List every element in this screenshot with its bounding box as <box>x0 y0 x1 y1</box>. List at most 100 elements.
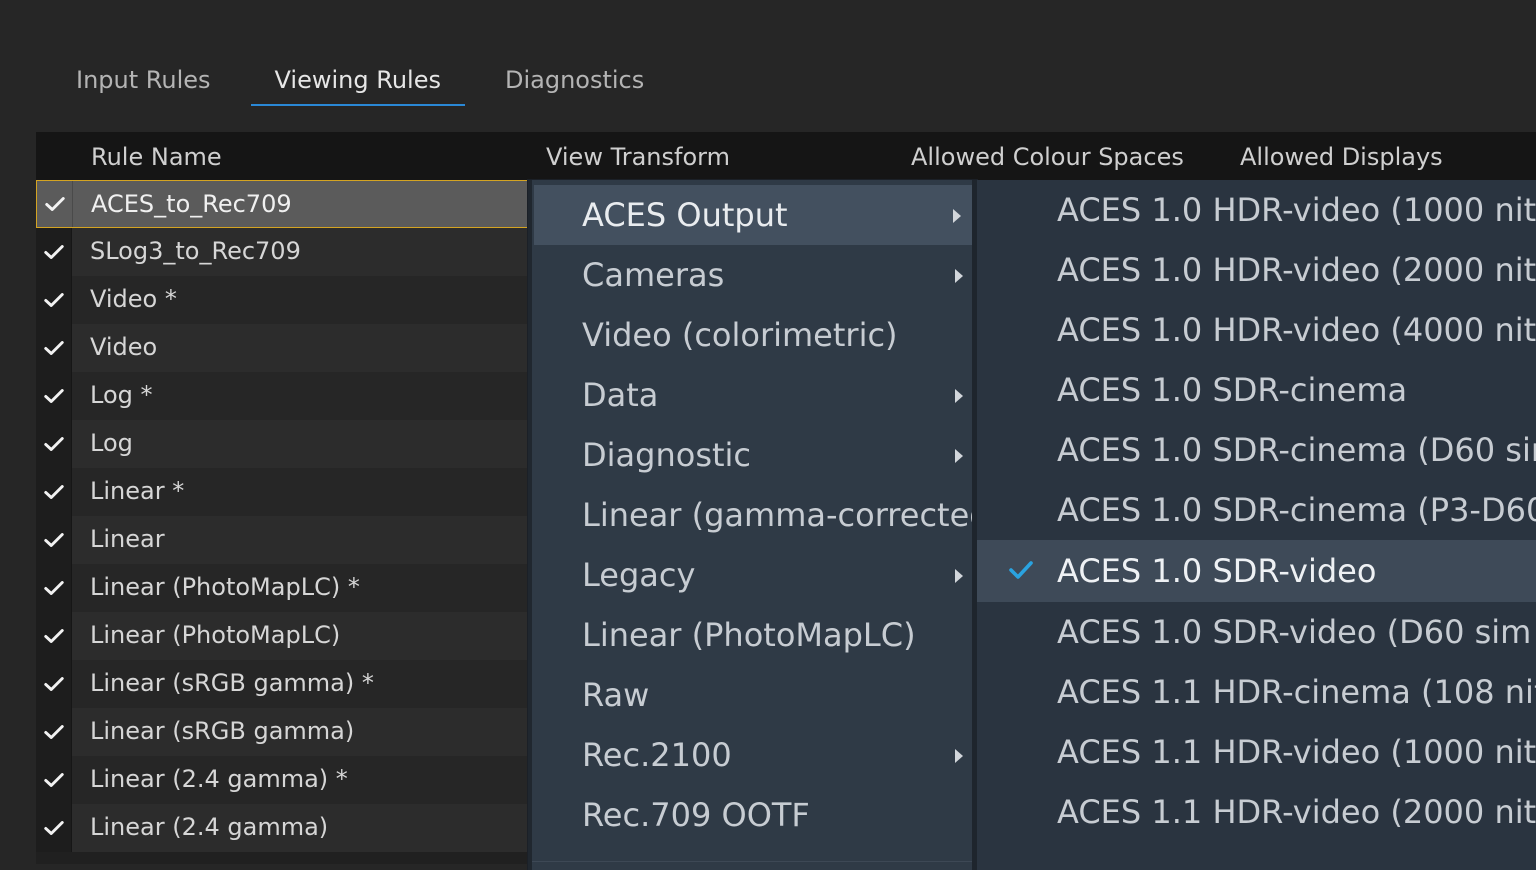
submenu-item-aces-1-0-sdr-video-d60-sim-on-d[interactable]: ACES 1.0 SDR-video (D60 sim on D <box>977 602 1536 662</box>
table-row[interactable]: Video * <box>36 276 528 324</box>
table-row[interactable]: SLog3_to_Rec709 <box>36 228 528 276</box>
enabled-checkbox[interactable] <box>37 181 73 227</box>
table-row[interactable]: ACES_to_Rec709 <box>36 180 528 228</box>
submenu-arrow-icon <box>953 209 961 223</box>
menu-item-label: ACES Output <box>582 196 788 234</box>
checkmark-icon <box>43 293 64 307</box>
submenu-item-label: ACES 1.0 HDR-video (4000 nits) <box>1057 311 1536 349</box>
submenu-item-aces-1-1-hdr-video-1000-nits[interactable]: ACES 1.1 HDR-video (1000 nits) <box>977 722 1536 782</box>
rule-name-cell: Log * <box>90 381 153 409</box>
submenu-item-label: ACES 1.0 SDR-video (D60 sim on D <box>1057 613 1536 651</box>
menu-item-rec-2100[interactable]: Rec.2100 <box>532 725 977 785</box>
table-row[interactable]: Linear (PhotoMapLC) <box>36 612 528 660</box>
menu-item-legacy[interactable]: Legacy <box>532 545 977 605</box>
enabled-checkbox[interactable] <box>36 612 72 660</box>
tab-input-rules[interactable]: Input Rules <box>52 56 235 106</box>
enabled-checkbox[interactable] <box>36 756 72 804</box>
aces-output-submenu: ACES 1.0 HDR-video (1000 nits) ACES 1.0 H… <box>972 180 1536 870</box>
tabs-bar: Input Rules Viewing Rules Diagnostics <box>52 56 668 108</box>
table-row[interactable]: Linear * <box>36 468 528 516</box>
submenu-arrow-icon <box>955 389 963 403</box>
menu-item-label: Cameras <box>582 256 725 294</box>
table-row[interactable]: Linear <box>36 516 528 564</box>
rule-name-cell: Linear (PhotoMapLC) * <box>90 573 360 601</box>
checkmark-icon <box>43 341 64 355</box>
checkmark-icon <box>43 773 64 787</box>
submenu-item-aces-1-0-sdr-video[interactable]: ACES 1.0 SDR-video <box>977 540 1536 602</box>
enabled-checkbox[interactable] <box>36 420 72 468</box>
table-row[interactable]: Video <box>36 324 528 372</box>
enabled-checkbox[interactable] <box>36 564 72 612</box>
menu-item-diagnostic[interactable]: Diagnostic <box>532 425 977 485</box>
menu-item-label: Data <box>582 376 659 414</box>
checkmark-icon <box>44 197 65 211</box>
column-header-allowed-displays[interactable]: Allowed Displays <box>1240 132 1443 180</box>
checkmark-icon <box>43 629 64 643</box>
menu-item-raw[interactable]: Raw <box>532 665 977 725</box>
enabled-checkbox[interactable] <box>36 708 72 756</box>
menu-item-linear-gamma-corrected[interactable]: Linear (gamma-corrected) <box>532 485 1002 545</box>
table-row[interactable]: Log <box>36 420 528 468</box>
tab-diagnostics[interactable]: Diagnostics <box>481 56 668 106</box>
rule-name-cell: Linear <box>90 525 165 553</box>
enabled-checkbox[interactable] <box>36 228 72 276</box>
rule-name-cell: Video * <box>90 285 177 313</box>
submenu-item-aces-1-0-sdr-cinema-d60-sim-on[interactable]: ACES 1.0 SDR-cinema (D60 sim on <box>977 420 1536 480</box>
submenu-item-aces-1-0-sdr-cinema[interactable]: ACES 1.0 SDR-cinema <box>977 360 1536 420</box>
checkmark-icon <box>43 389 64 403</box>
submenu-item-aces-1-0-sdr-cinema-p3-d60-lim[interactable]: ACES 1.0 SDR-cinema (P3-D60 lim <box>977 480 1536 540</box>
menu-item-rec-709-ootf[interactable]: Rec.709 OOTF <box>532 785 977 845</box>
menu-item-label: Legacy <box>582 556 696 594</box>
table-row[interactable]: Linear (sRGB gamma) * <box>36 660 528 708</box>
rule-name-cell: Linear (PhotoMapLC) <box>90 621 341 649</box>
menu-item-data[interactable]: Data <box>532 365 977 425</box>
enabled-checkbox[interactable] <box>36 804 72 852</box>
submenu-item-aces-1-1-hdr-cinema-108-nits[interactable]: ACES 1.1 HDR-cinema (108 nits) <box>977 662 1536 722</box>
enabled-checkbox[interactable] <box>36 660 72 708</box>
column-header-allowed-colour-spaces[interactable]: Allowed Colour Spaces <box>911 132 1184 180</box>
submenu-item-label: ACES 1.1 HDR-video (2000 nits) <box>1057 793 1536 831</box>
enabled-checkbox[interactable] <box>36 516 72 564</box>
submenu-item-label: ACES 1.1 HDR-cinema (108 nits) <box>1057 673 1536 711</box>
menu-item-aces-output[interactable]: ACES Output <box>534 185 975 245</box>
table-row[interactable]: Log * <box>36 372 528 420</box>
submenu-item-label: ACES 1.0 SDR-video <box>1057 552 1377 590</box>
rule-name-cell: Linear (sRGB gamma) <box>90 717 355 745</box>
menu-item-linear-photomaplc[interactable]: Linear (PhotoMapLC) <box>532 605 977 665</box>
column-header-rule-name[interactable]: Rule Name <box>91 132 222 180</box>
rule-name-cell: SLog3_to_Rec709 <box>90 237 301 265</box>
menu-item-label: Video (colorimetric) <box>582 316 898 354</box>
menu-item-video-colorimetric[interactable]: Video (colorimetric) <box>532 305 977 365</box>
submenu-item-aces-1-0-hdr-video-4000-nits[interactable]: ACES 1.0 HDR-video (4000 nits) <box>977 300 1536 360</box>
enabled-checkbox[interactable] <box>36 372 72 420</box>
checkmark-icon <box>43 245 64 259</box>
enabled-checkbox[interactable] <box>36 324 72 372</box>
checkmark-icon <box>43 821 64 835</box>
checkmark-icon <box>43 533 64 547</box>
tab-viewing-rules[interactable]: Viewing Rules <box>250 56 465 106</box>
menu-item-label: Linear (PhotoMapLC) <box>582 616 916 654</box>
rule-name-cell: Linear (2.4 gamma) * <box>90 765 348 793</box>
table-row[interactable]: Linear (sRGB gamma) <box>36 708 528 756</box>
enabled-checkbox[interactable] <box>36 276 72 324</box>
table-row[interactable]: Linear (2.4 gamma) <box>36 804 528 852</box>
rule-list: ACES_to_Rec709 SLog3_to_Rec709 Video * Vide… <box>36 180 528 852</box>
menu-item-label: Rec.2100 <box>582 736 732 774</box>
menu-item-cameras[interactable]: Cameras <box>532 245 977 305</box>
rule-name-cell: Linear (sRGB gamma) * <box>90 669 374 697</box>
submenu-item-label: ACES 1.1 HDR-video (1000 nits) <box>1057 733 1536 771</box>
checkmark-icon <box>43 677 64 691</box>
submenu-item-aces-1-0-hdr-video-2000-nits[interactable]: ACES 1.0 HDR-video (2000 nits) <box>977 240 1536 300</box>
column-header-view-transform[interactable]: View Transform <box>546 132 730 180</box>
enabled-checkbox[interactable] <box>36 468 72 516</box>
table-row[interactable]: Linear (PhotoMapLC) * <box>36 564 528 612</box>
submenu-arrow-icon <box>955 449 963 463</box>
checkmark-icon <box>43 725 64 739</box>
table-row[interactable]: Linear (2.4 gamma) * <box>36 756 528 804</box>
submenu-item-label: ACES 1.0 SDR-cinema (P3-D60 lim <box>1057 491 1536 529</box>
submenu-item-aces-1-0-hdr-video-1000-nits[interactable]: ACES 1.0 HDR-video (1000 nits) <box>977 180 1536 240</box>
submenu-item-label: ACES 1.0 SDR-cinema <box>1057 371 1408 409</box>
submenu-item-aces-1-1-hdr-video-2000-nits[interactable]: ACES 1.1 HDR-video (2000 nits) <box>977 782 1536 842</box>
submenu-item-label: ACES 1.0 HDR-video (1000 nits) <box>1057 191 1536 229</box>
submenu-arrow-icon <box>955 269 963 283</box>
